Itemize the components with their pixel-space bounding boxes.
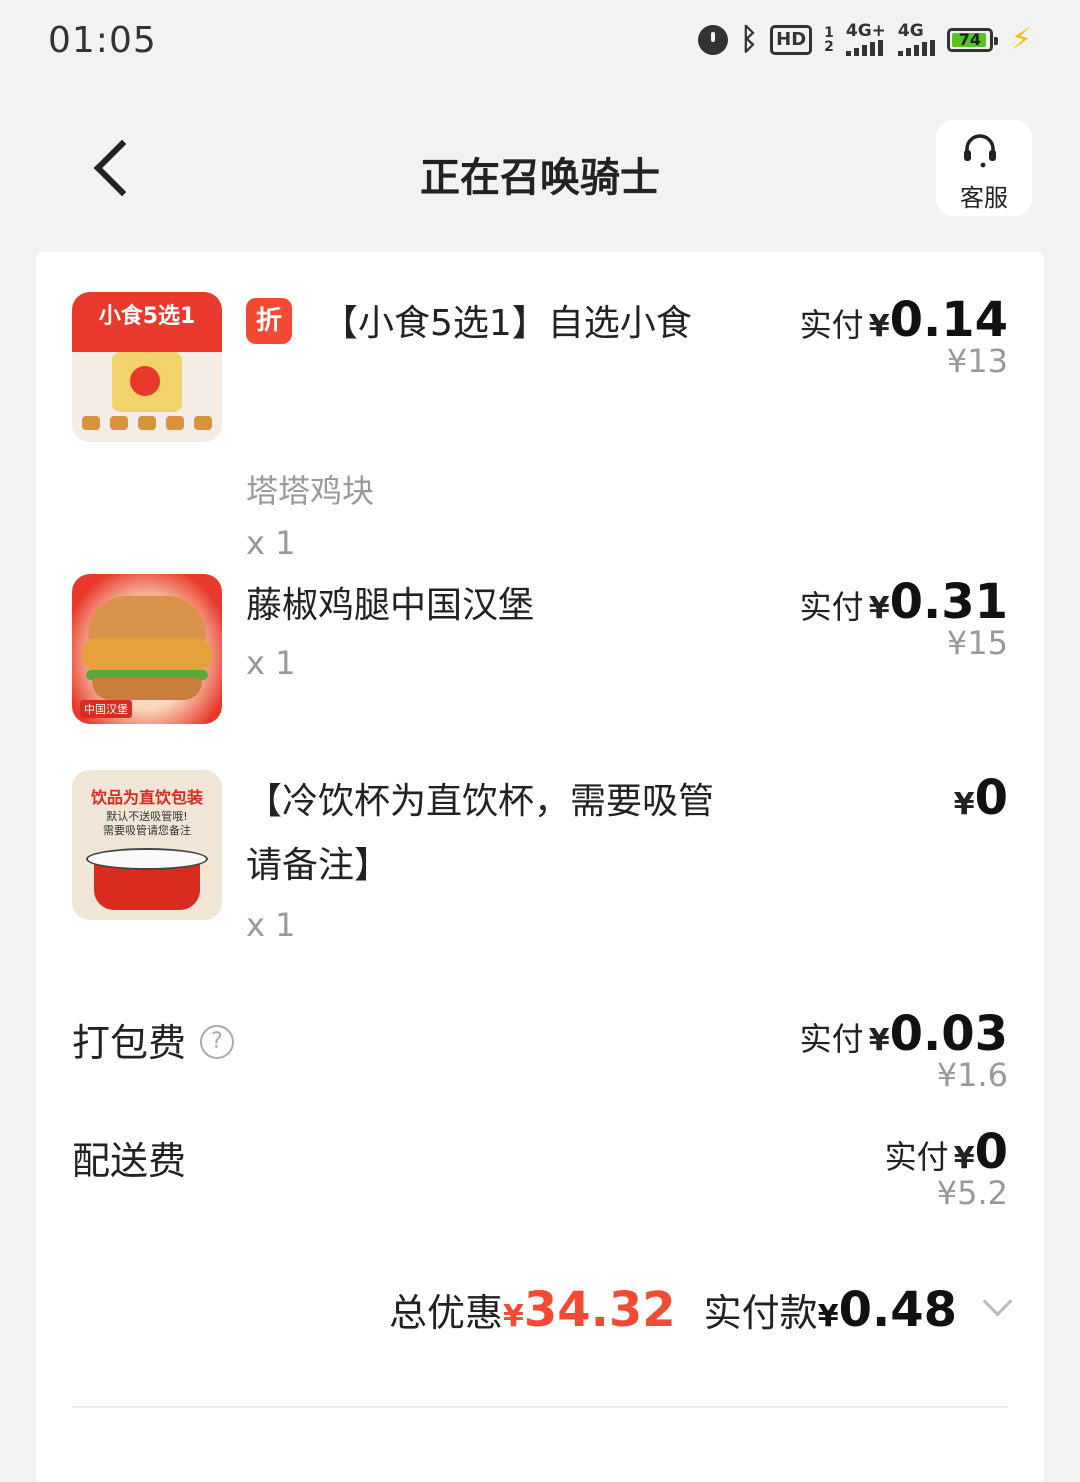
delivery-fee-label: 配送费 — [72, 1139, 187, 1183]
item-name: 【冷饮杯为直饮杯，需要吸管请备注】 — [246, 781, 715, 886]
charging-icon: ⚡ — [1010, 22, 1032, 57]
alarm-icon — [698, 24, 729, 55]
sim1-number: 1 — [824, 24, 834, 41]
item-quantity: x 1 — [246, 524, 296, 562]
item-price: ¥0 — [953, 770, 1008, 826]
paid-label: 实付 — [884, 1138, 949, 1176]
discount-badge: 折 — [246, 298, 292, 344]
total-discount-label: 总优惠 — [388, 1291, 503, 1335]
paid-label: 实付 — [799, 1020, 864, 1058]
battery-icon: 74 — [946, 27, 998, 52]
paid-amount: 0.31 — [889, 574, 1008, 630]
signal-4gplus-icon: 4G+ — [845, 21, 886, 56]
chevron-down-icon[interactable] — [982, 1286, 1013, 1317]
signal-4g-icon: 4G — [897, 21, 935, 56]
packing-fee-label: 打包费? — [72, 1012, 235, 1067]
network-type-1: 4G+ — [845, 21, 886, 41]
order-item[interactable]: 小食5选1 折【小食5选1】自选小食 塔塔鸡块 x 1 实付 ¥0.14 ¥13 — [72, 292, 1008, 562]
item-quantity: x 1 — [246, 644, 296, 682]
thumb-subtitle-2: 需要吸管请您备注 — [103, 824, 191, 837]
status-bar: 01:05 ᛒ HD 1 2 4G+ 4G 74 ⚡ — [0, 0, 1080, 86]
status-icons: ᛒ HD 1 2 4G+ 4G 74 ⚡ — [698, 22, 1032, 57]
total-paid-amount: 0.48 — [838, 1282, 957, 1338]
thumb-title: 小食5选1 — [98, 304, 196, 329]
paid-amount: 0 — [974, 1124, 1008, 1180]
item-price: 实付 ¥0.14 ¥13 — [799, 292, 1008, 380]
item-thumbnail-snack: 小食5选1 — [72, 292, 222, 442]
sim2-number: 2 — [824, 38, 834, 55]
status-time: 01:05 — [48, 20, 157, 61]
thumb-tag: 中国汉堡 — [80, 700, 132, 718]
item-quantity: x 1 — [246, 906, 296, 944]
paid-label: 实付 — [799, 306, 864, 344]
order-summary[interactable]: 总优惠 ¥ 34.32 实付款 ¥ 0.48 — [388, 1282, 1013, 1338]
total-discount-amount: 34.32 — [523, 1282, 676, 1338]
network-type-2: 4G — [897, 21, 924, 41]
item-thumbnail-drink-notice: 饮品为直饮包装 默认不送吸管哦! 需要吸管请您备注 — [72, 770, 222, 920]
delivery-fee-price: 实付 ¥0 ¥5.2 — [884, 1124, 1008, 1212]
thumb-subtitle-1: 默认不送吸管哦! — [106, 810, 188, 823]
order-detail-card: 小食5选1 折【小食5选1】自选小食 塔塔鸡块 x 1 实付 ¥0.14 ¥13… — [36, 252, 1044, 1482]
order-item[interactable]: 饮品为直饮包装 默认不送吸管哦! 需要吸管请您备注 【冷饮杯为直饮杯，需要吸管请备… — [72, 770, 1008, 970]
page-title: 正在召唤骑士 — [420, 155, 660, 201]
packing-fee-price: 实付 ¥0.03 ¥1.6 — [799, 1006, 1008, 1094]
paid-amount: 0 — [974, 770, 1008, 826]
order-item[interactable]: 中国汉堡 藤椒鸡腿中国汉堡 x 1 实付 ¥0.31 ¥15 — [72, 574, 1008, 724]
bluetooth-icon: ᛒ — [740, 22, 759, 57]
sim-slot-indicator: 1 2 — [824, 26, 834, 54]
item-name: 折【小食5选1】自选小食 — [246, 292, 746, 356]
thumb-title: 饮品为直饮包装 — [90, 788, 203, 807]
paid-amount: 0.03 — [889, 1006, 1008, 1062]
item-price: 实付 ¥0.31 ¥15 — [799, 574, 1008, 662]
item-spec: 塔塔鸡块 — [246, 472, 375, 510]
paid-label: 实付 — [799, 588, 864, 626]
divider — [72, 1406, 1008, 1408]
headset-icon — [964, 134, 996, 168]
service-label: 客服 — [960, 184, 1008, 212]
customer-service-button[interactable]: 客服 — [936, 120, 1032, 216]
hd-voice-icon: HD — [770, 24, 813, 55]
total-paid-label: 实付款 — [703, 1291, 818, 1335]
paid-amount: 0.14 — [889, 292, 1008, 348]
help-icon[interactable]: ? — [200, 1024, 235, 1059]
item-thumbnail-burger: 中国汉堡 — [72, 574, 222, 724]
battery-level: 74 — [958, 29, 982, 49]
item-name: 藤椒鸡腿中国汉堡 — [246, 585, 535, 626]
